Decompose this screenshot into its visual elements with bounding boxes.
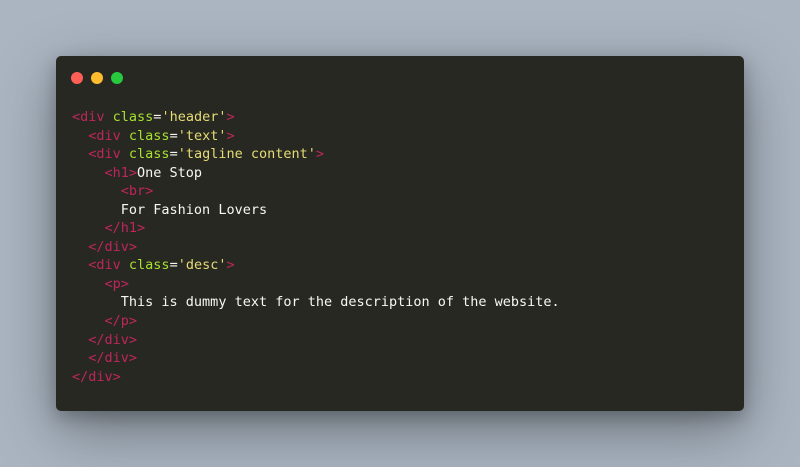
code-token-tag: <h1> [104,164,138,181]
code-line: </div> [72,238,560,257]
maximize-button[interactable] [111,72,123,84]
code-line: </p> [72,312,560,331]
code-line: </div> [72,331,560,350]
code-line: </div> [72,349,560,368]
code-line: </div> [72,368,560,387]
code-token-txt: This is dummy text for the description o… [120,294,560,311]
code-token-str: 'tagline content' [177,146,316,163]
code-token-txt: For Fashion Lovers [120,201,268,218]
code-block: <div class='header'> <div class='text'> … [72,108,560,386]
code-token-str: 'text' [177,127,227,144]
code-line: For Fashion Lovers [72,201,560,220]
code-token-pun: = [169,146,178,163]
code-line: </h1> [72,219,560,238]
code-token-tag: <div [72,109,105,125]
window-controls [71,72,123,84]
code-token-tag: </h1> [104,220,146,237]
code-token-pun: = [169,257,178,274]
code-token-tag: <div [88,127,121,144]
code-token-attr: class [128,146,170,163]
code-token-tag: </div> [72,368,121,385]
code-line: <div class='text'> [72,127,560,146]
code-token-txt: One Stop [137,164,203,181]
code-line: <div class='desc'> [72,256,560,275]
code-line: This is dummy text for the description o… [72,293,560,312]
code-token-attr: class [112,109,154,125]
code-token-tag: > [226,109,235,125]
code-token-tag: > [315,146,325,163]
code-line: <h1>One Stop [72,164,560,183]
code-token-pun: = [169,127,178,144]
code-token-tag: </div> [88,238,138,255]
code-token-attr: class [128,257,170,274]
code-token-tag: <p> [104,275,129,292]
code-token-tag: </div> [88,331,138,348]
close-button[interactable] [71,72,83,84]
code-token-str: 'desc' [177,257,227,274]
code-line: <br> [72,182,560,201]
code-token-tag: </p> [104,313,138,330]
code-token-tag: <div [88,257,121,274]
minimize-button[interactable] [91,72,103,84]
code-token-tag: </div> [88,350,138,367]
code-token-str: 'header' [161,109,227,125]
code-line: <div class='header'> [72,108,560,127]
code-line: <p> [72,275,560,294]
code-token-tag: > [226,257,235,274]
code-window: <div class='header'> <div class='text'> … [56,56,744,411]
code-token-attr: class [128,127,170,144]
code-line: <div class='tagline content'> [72,145,560,164]
code-token-tag: > [226,127,235,144]
code-token-tag: <div [88,146,121,163]
code-token-tag: <br> [120,183,154,200]
